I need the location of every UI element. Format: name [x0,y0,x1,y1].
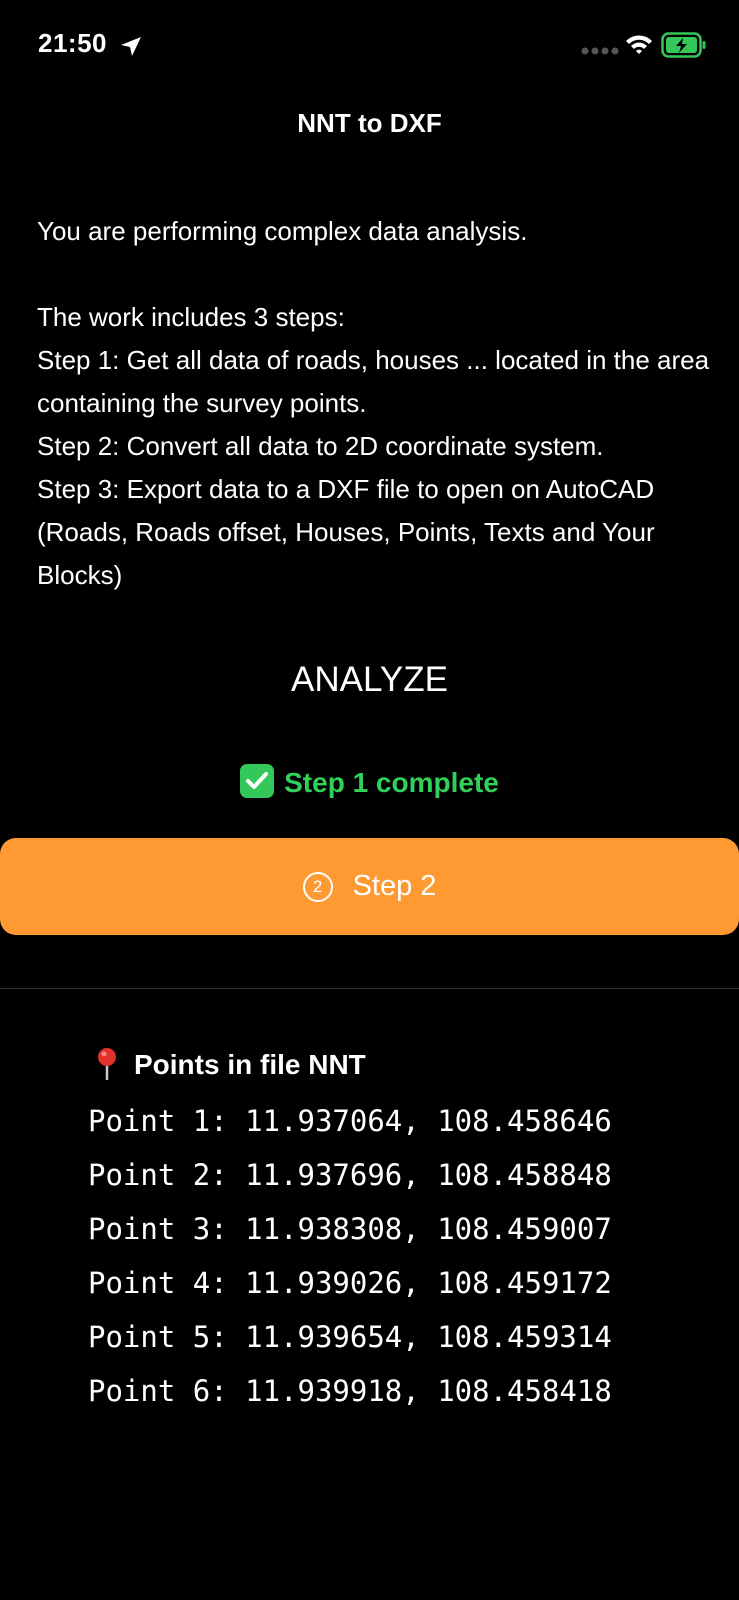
checkmark-icon [240,764,275,798]
nav-title: NNT to DXF [297,108,442,138]
analyze-title: ANALYZE [291,660,448,699]
map-pin-icon [98,1048,116,1080]
points-header: Points in file NNT [92,1046,366,1081]
description-step-2: Step 2: Convert all data to 2D coordinat… [37,431,604,461]
list-item: Point 2: 11.937696, 108.458848 [88,1158,612,1192]
description-steps-heading: The work includes 3 steps: [37,302,345,332]
list-item: Point 5: 11.939654, 108.459314 [88,1320,612,1354]
description-text: You are performing complex data analysis… [37,210,717,597]
description-intro: You are performing complex data analysis… [37,216,528,246]
cellular-signal-icon [581,47,619,55]
points-list: Point 1: 11.937064, 108.458646 Point 2: … [88,1094,612,1418]
list-item: Point 3: 11.938308, 108.459007 [88,1212,612,1246]
location-arrow-icon [121,37,141,56]
circled-number-icon: 2 [302,871,333,902]
points-header-label: Points in file NNT [134,1049,366,1080]
step-2-button[interactable]: 2 Step 2 [0,838,739,935]
status-time: 21:50 [38,28,107,58]
step-status: Step 1 complete [0,764,739,799]
step-status-label: Step 1 complete [284,767,499,798]
description-step-3: Step 3: Export data to a DXF file to ope… [37,474,655,590]
list-item: Point 1: 11.937064, 108.458646 [88,1104,612,1138]
description-step-1: Step 1: Get all data of roads, houses ..… [37,345,710,418]
status-bar: 21:50 [0,0,739,92]
divider [0,988,739,989]
wifi-icon [626,35,652,54]
list-item: Point 4: 11.939026, 108.459172 [88,1266,612,1300]
list-item: Point 6: 11.939918, 108.458418 [88,1374,612,1408]
battery-charging-icon [661,32,706,58]
step-2-button-label: Step 2 [352,870,437,902]
